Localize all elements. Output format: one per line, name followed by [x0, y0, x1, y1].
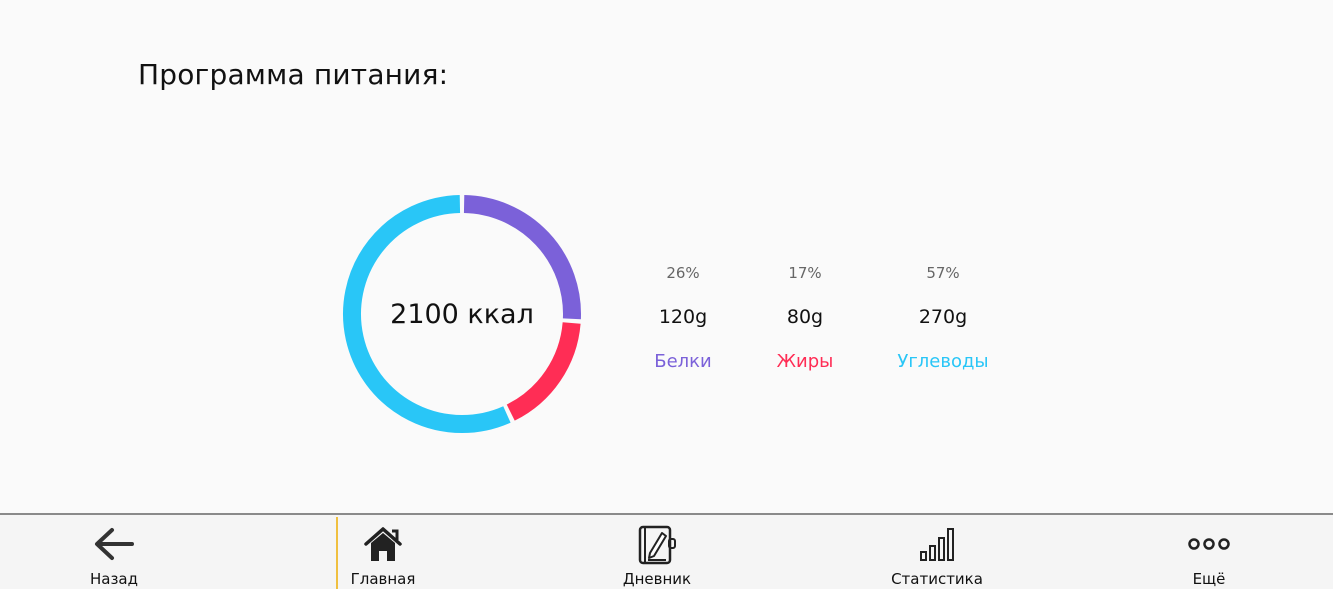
page-title: Программа питания: — [138, 58, 449, 91]
more-dots-icon — [1187, 523, 1231, 565]
bottom-nav-bar: Назад Главная Дневник Статистика Ещё — [0, 513, 1333, 589]
nav-diary-button[interactable]: Дневник — [582, 515, 732, 589]
protein-grams: 120g — [658, 306, 708, 328]
carbs-label: Углеводы — [897, 351, 989, 372]
macro-carbs: 57% 270g Углеводы — [873, 262, 1013, 374]
nav-back-button[interactable]: Назад — [39, 515, 189, 589]
protein-percent: 26% — [666, 264, 700, 282]
nav-statistics-button[interactable]: Статистика — [862, 515, 1012, 589]
fat-label: Жиры — [776, 351, 834, 372]
nav-diary-label: Дневник — [622, 570, 692, 588]
nav-back-label: Назад — [89, 570, 138, 588]
arrow-left-icon — [92, 523, 136, 565]
carbs-percent: 57% — [926, 264, 960, 282]
fat-grams: 80g — [786, 306, 824, 328]
diary-icon — [635, 523, 679, 565]
home-icon — [361, 523, 405, 565]
macro-protein: 26% 120g Белки — [613, 262, 753, 374]
calories-total: 2100 ккал — [390, 298, 534, 330]
macro-fat: 17% 80g Жиры — [735, 262, 875, 374]
nav-more-button[interactable]: Ещё — [1134, 515, 1284, 589]
nav-more-label: Ещё — [1192, 570, 1226, 588]
nav-statistics-label: Статистика — [891, 570, 983, 588]
nav-home-label: Главная — [350, 570, 416, 588]
bar-chart-icon — [915, 523, 959, 565]
fat-percent: 17% — [788, 264, 822, 282]
nav-home-button[interactable]: Главная — [308, 515, 458, 589]
macro-donut-chart: 2100 ккал — [341, 193, 583, 435]
carbs-grams: 270g — [918, 306, 968, 328]
protein-label: Белки — [654, 351, 712, 372]
